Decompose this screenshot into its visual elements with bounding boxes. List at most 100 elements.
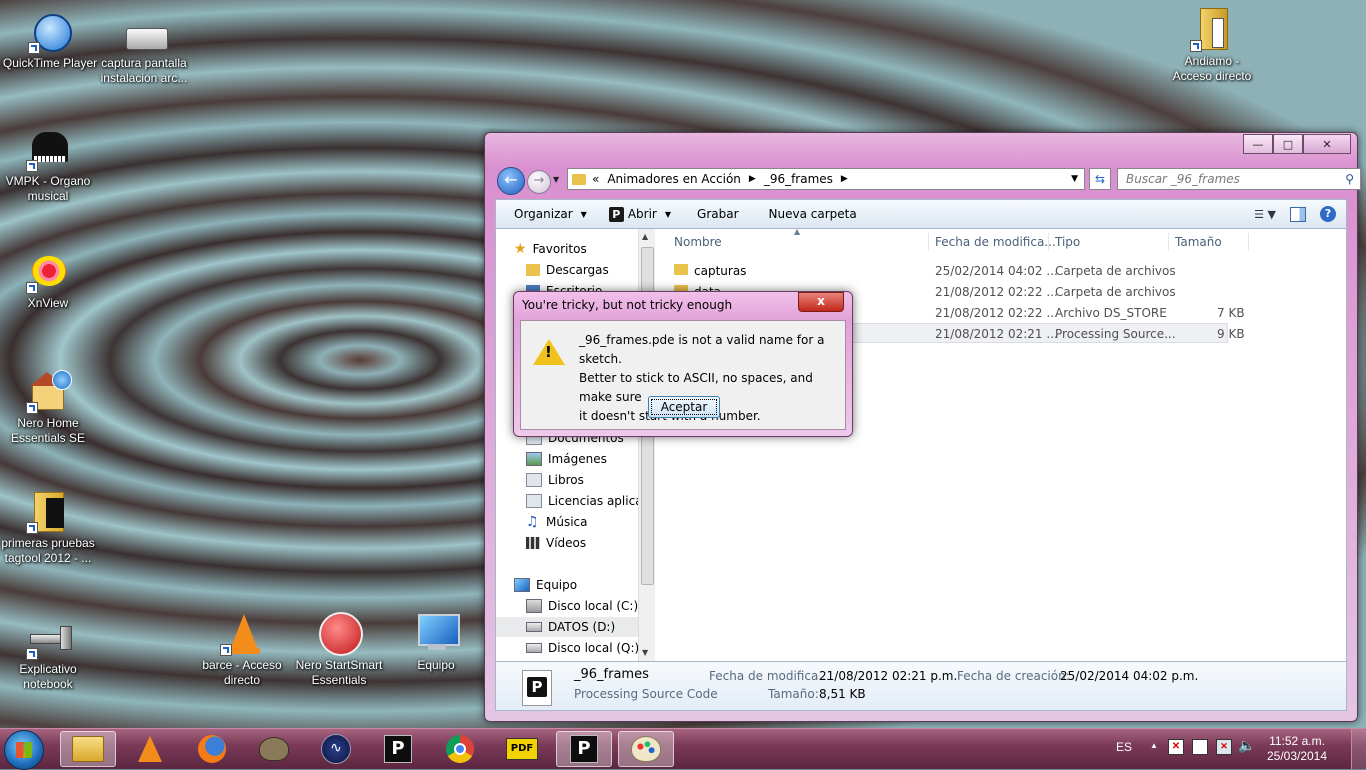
breadcrumb-animadores[interactable]: Animadores en Acción xyxy=(607,172,741,186)
view-options-icon[interactable]: ☰ ▼ xyxy=(1254,208,1276,221)
clock[interactable]: 11:52 a.m. 25/03/2014 xyxy=(1262,734,1332,764)
taskbar-audio-app[interactable]: ∿ xyxy=(308,731,364,767)
taskbar-vlc[interactable] xyxy=(122,731,178,767)
processing-icon: P xyxy=(384,735,412,763)
burn-button[interactable]: Grabar xyxy=(697,207,739,221)
recent-pages-dropdown[interactable]: ▼ xyxy=(553,175,559,184)
maximize-button[interactable]: □ xyxy=(1273,134,1303,154)
details-created-label: Fecha de creación: xyxy=(957,669,1070,683)
desktop-icon-andiamo[interactable]: Andiamo - Acceso directo xyxy=(1164,8,1260,84)
column-type[interactable]: Tipo xyxy=(1055,235,1080,249)
address-dropdown-icon[interactable]: ▼ xyxy=(1071,174,1078,184)
nav-books[interactable]: Libros xyxy=(526,470,584,490)
scroll-up-icon[interactable]: ▲ xyxy=(642,232,648,241)
file-row[interactable]: capturas 25/02/2014 04:02 ... Carpeta de… xyxy=(668,261,1228,281)
taskbar-gimp[interactable] xyxy=(246,731,302,767)
desktop-icon-primeras-pruebas[interactable]: primeras pruebas tagtool 2012 - ... xyxy=(0,490,96,566)
nav-favorites[interactable]: ★ Favoritos xyxy=(514,239,587,259)
back-button[interactable]: ← xyxy=(497,167,525,195)
help-icon[interactable]: ? xyxy=(1320,206,1336,222)
waveform-icon: ∿ xyxy=(321,734,351,764)
desktop-icon-barce[interactable]: barce - Acceso directo xyxy=(194,612,290,688)
desktop-icon-nero-home[interactable]: Nero Home Essentials SE xyxy=(0,370,96,446)
network-icon[interactable]: ✕ xyxy=(1216,739,1232,755)
address-overflow[interactable]: « xyxy=(592,172,599,186)
details-file-kind: Processing Source Code xyxy=(574,687,718,701)
dialog-title: You're tricky, but not tricky enough xyxy=(522,298,733,312)
search-icon[interactable]: ⚲ xyxy=(1345,169,1354,189)
desktop-icon-captura[interactable]: captura pantalla instalacion arc... xyxy=(96,22,192,86)
organize-button[interactable]: Organizar ▼ xyxy=(514,207,587,221)
desktop-icon-quicktime[interactable]: QuickTime Player xyxy=(2,10,98,71)
taskbar-pdf[interactable]: PDF xyxy=(494,731,550,767)
column-date[interactable]: Fecha de modifica... xyxy=(935,235,1056,249)
column-divider[interactable] xyxy=(1048,233,1049,251)
details-modified-value: 21/08/2012 02:21 p.m. xyxy=(819,669,958,683)
close-button[interactable]: ✕ xyxy=(1303,134,1351,154)
nav-images[interactable]: Imágenes xyxy=(526,449,607,469)
vlc-icon xyxy=(220,612,264,656)
taskbar-firefox[interactable] xyxy=(184,731,240,767)
desktop-icon-equipo[interactable]: Equipo xyxy=(388,612,484,673)
nav-downloads[interactable]: Descargas xyxy=(526,260,609,280)
column-divider[interactable] xyxy=(1168,233,1169,251)
column-divider[interactable] xyxy=(928,233,929,251)
start-button[interactable] xyxy=(4,730,44,770)
volume-icon[interactable]: 🔈 xyxy=(1238,737,1255,754)
view-controls: ☰ ▼ ? xyxy=(1254,206,1336,222)
action-center-icon[interactable]: ✕ xyxy=(1168,739,1184,755)
show-hidden-icons[interactable]: ▲ xyxy=(1150,741,1158,750)
column-size[interactable]: Tamaño xyxy=(1175,235,1222,249)
file-type: Carpeta de archivos xyxy=(1055,264,1176,278)
nav-computer[interactable]: Equipo xyxy=(514,575,577,595)
scroll-down-icon[interactable]: ▼ xyxy=(642,648,648,657)
nav-disk-q[interactable]: Disco local (Q:) xyxy=(526,638,638,658)
desktop-icon-explicativo[interactable]: Explicativo notebook xyxy=(0,620,96,692)
breadcrumb-chevron-icon[interactable]: ▶ xyxy=(841,174,848,184)
vlc-icon xyxy=(138,736,162,762)
accept-button[interactable]: Aceptar xyxy=(648,396,720,418)
language-indicator[interactable]: ES xyxy=(1116,740,1132,754)
open-button[interactable]: P Abrir ▼ xyxy=(608,206,671,222)
nero-home-icon xyxy=(26,370,72,414)
taskbar-processing[interactable]: P xyxy=(370,731,426,767)
column-name[interactable]: Nombre xyxy=(674,235,722,249)
refresh-button[interactable]: ⇆ xyxy=(1089,168,1111,190)
safely-remove-icon[interactable] xyxy=(1192,739,1208,755)
gimp-icon xyxy=(259,737,289,761)
taskbar-processing-active[interactable]: P xyxy=(556,731,612,767)
desktop-icon-xnview[interactable]: XnView xyxy=(0,250,96,311)
pdf-icon: PDF xyxy=(506,738,538,760)
taskbar-explorer[interactable] xyxy=(60,731,116,767)
folder-icon xyxy=(26,490,70,534)
search-input[interactable]: Buscar _96_frames ⚲ xyxy=(1117,168,1361,190)
breadcrumb-96-frames[interactable]: _96_frames xyxy=(764,172,833,186)
column-divider[interactable] xyxy=(1248,233,1249,251)
processing-icon: P xyxy=(570,735,598,763)
desktop-icon-label: Andiamo - Acceso directo xyxy=(1172,54,1252,83)
preview-pane-icon[interactable] xyxy=(1290,206,1306,222)
file-size: 9 KB xyxy=(1217,327,1245,341)
file-type: Archivo DS_STORE xyxy=(1055,306,1167,320)
error-dialog[interactable]: You're tricky, but not tricky enough x !… xyxy=(513,291,853,437)
nav-datos-d[interactable]: DATOS (D:) xyxy=(496,617,638,637)
processing-file-icon: P xyxy=(522,670,552,706)
show-desktop-button[interactable] xyxy=(1351,729,1366,769)
taskbar-paint[interactable] xyxy=(618,731,674,767)
file-name: capturas xyxy=(694,264,747,278)
address-bar[interactable]: « Animadores en Acción ▶ _96_frames ▶ ▼ xyxy=(567,168,1085,190)
command-bar: Organizar ▼ P Abrir ▼ Grabar Nueva carpe… xyxy=(495,199,1347,229)
taskbar-chrome[interactable] xyxy=(432,731,488,767)
nav-label: Música xyxy=(546,515,588,529)
minimize-button[interactable]: — xyxy=(1243,134,1273,154)
desktop-icon-nero-startsmart[interactable]: Nero StartSmart Essentials xyxy=(291,612,387,688)
desktop-icon-vmpk[interactable]: VMPK - Organo musical xyxy=(0,128,96,204)
forward-button[interactable]: → xyxy=(527,170,551,194)
nav-licenses[interactable]: Licencias aplicati xyxy=(526,491,638,511)
nav-music[interactable]: ♫ Música xyxy=(526,512,588,532)
dialog-close-button[interactable]: x xyxy=(798,292,844,312)
nav-videos[interactable]: Vídeos xyxy=(526,533,586,553)
nav-disk-c[interactable]: Disco local (C:) xyxy=(526,596,638,616)
breadcrumb-chevron-icon[interactable]: ▶ xyxy=(749,174,756,184)
new-folder-button[interactable]: Nueva carpeta xyxy=(769,207,857,221)
